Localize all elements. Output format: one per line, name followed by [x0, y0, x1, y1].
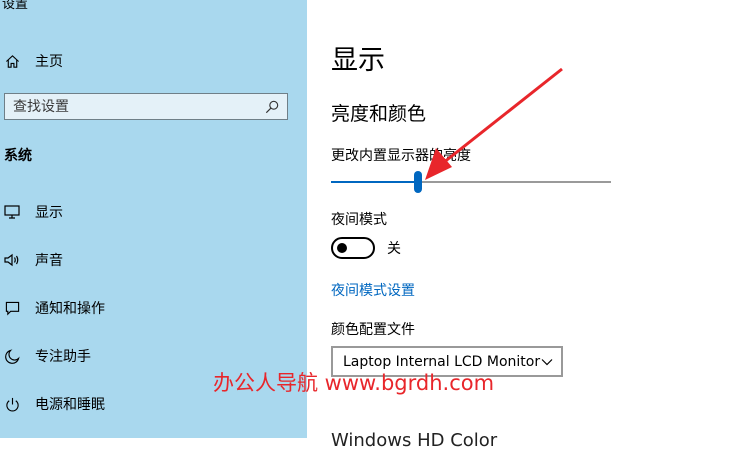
sidebar-item-label: 显示 [35, 205, 63, 221]
home-label: 主页 [35, 54, 63, 70]
sidebar-item-focus-assist[interactable]: 专注助手 [4, 344, 91, 368]
watermark-text: 办公人导航 www.bgrdh.com [213, 371, 495, 395]
slider-thumb[interactable] [413, 171, 422, 193]
app-title: 设置 [2, 0, 29, 12]
sidebar-item-label: 通知和操作 [35, 301, 105, 317]
chevron-down-icon [540, 355, 554, 369]
night-mode-settings-link[interactable]: 夜间模式设置 [331, 280, 415, 300]
brightness-label: 更改内置显示器的亮度 [331, 148, 471, 164]
slider-fill [331, 181, 418, 183]
color-profile-label: 颜色配置文件 [331, 322, 415, 338]
sidebar-item-label: 声音 [35, 253, 63, 269]
night-mode-toggle[interactable] [331, 237, 375, 259]
power-icon [4, 396, 20, 412]
sidebar-item-sound[interactable]: 声音 [4, 248, 63, 272]
sidebar-item-home[interactable]: 主页 [4, 50, 63, 72]
search-box[interactable] [4, 93, 288, 120]
sidebar-item-notifications[interactable]: 通知和操作 [4, 296, 105, 320]
search-input[interactable] [5, 98, 262, 115]
sidebar-item-label: 专注助手 [35, 349, 91, 365]
sidebar-item-display[interactable]: 显示 [4, 200, 63, 224]
section-heading-brightness-color: 亮度和颜色 [331, 103, 427, 125]
search-icon[interactable] [262, 97, 282, 117]
toggle-state-text: 关 [387, 241, 401, 257]
speaker-icon [4, 252, 20, 268]
sidebar-item-power-sleep[interactable]: 电源和睡眠 [4, 392, 105, 416]
brightness-slider[interactable] [331, 171, 611, 193]
toggle-knob [337, 243, 347, 253]
section-heading-system: 系统 [4, 148, 32, 164]
windows-hd-color-heading: Windows HD Color [331, 430, 498, 451]
monitor-icon [4, 204, 20, 220]
night-mode-label: 夜间模式 [331, 212, 387, 228]
moon-icon [4, 348, 20, 364]
night-mode-toggle-row: 关 [331, 237, 401, 259]
sidebar-item-label: 电源和睡眠 [35, 397, 105, 413]
notification-icon [4, 300, 20, 316]
page-title: 显示 [331, 45, 385, 76]
home-icon [4, 53, 20, 69]
